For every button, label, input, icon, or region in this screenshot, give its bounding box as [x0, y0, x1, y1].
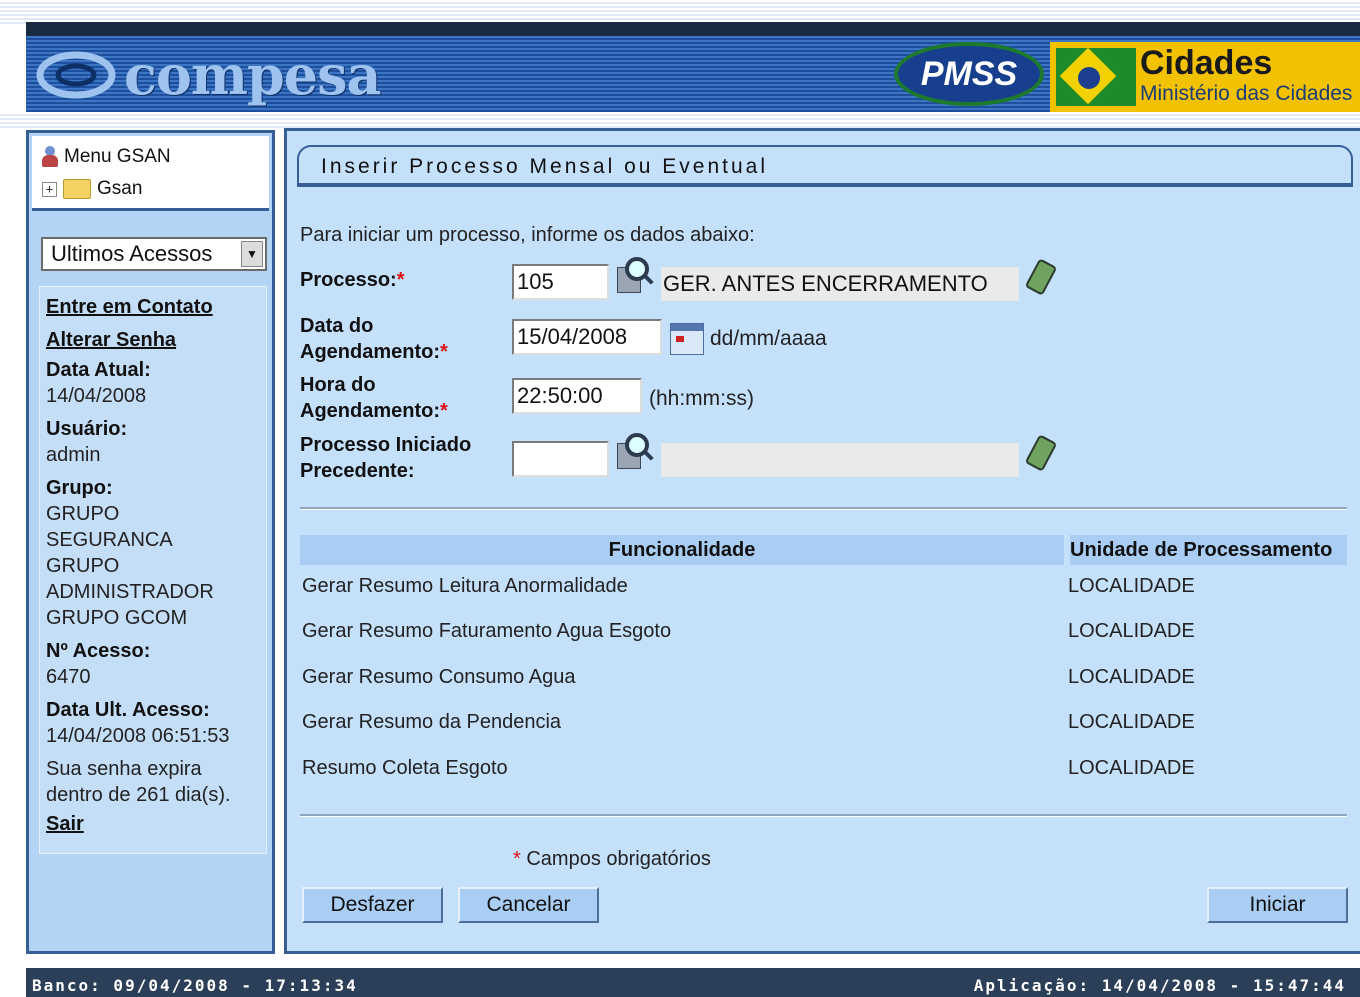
functionality-cell: Resumo Coleta Esgoto — [302, 757, 508, 779]
processing-unit-cell: LOCALIDADE — [1068, 711, 1195, 733]
top-decor-strip — [0, 0, 1360, 24]
change-password-link[interactable]: Alterar Senha — [46, 324, 266, 357]
table-row: Gerar Resumo Consumo Agua LOCALIDADE — [300, 666, 1347, 711]
compesa-logo: compesa — [36, 43, 382, 107]
cidades-title: Cidades — [1140, 44, 1273, 82]
process-input[interactable]: 105 — [512, 264, 609, 300]
current-date-label: Data Atual: — [46, 359, 151, 381]
schedule-time-label: Hora do Agendamento:* — [300, 374, 448, 422]
folder-icon — [63, 179, 91, 199]
cidades-logo: Cidades Ministério das Cidades — [1050, 42, 1360, 112]
main-panel: Inserir Processo Mensal ou Eventual Para… — [284, 128, 1360, 954]
app-header: compesa PMSS Cidades Ministério das Cida… — [26, 22, 1360, 112]
start-button[interactable]: Iniciar — [1207, 887, 1348, 923]
column-header-processing-unit: Unidade de Processamento — [1064, 535, 1347, 565]
process-clear-icon[interactable] — [1024, 257, 1058, 296]
table-row: Gerar Resumo Faturamento Agua Esgoto LOC… — [300, 620, 1347, 665]
functionality-cell: Gerar Resumo da Pendencia — [302, 711, 562, 733]
group-value: SEGURANCA — [46, 529, 173, 551]
menu-title: Menu GSAN — [64, 146, 171, 167]
tree-item-label: Gsan — [97, 178, 143, 199]
group-label: Grupo: — [46, 477, 113, 499]
logout-link[interactable]: Sair — [46, 808, 266, 841]
status-footer: Banco: 09/04/2008 - 17:13:34 Aplicação: … — [26, 968, 1360, 997]
last-access-value: 14/04/2008 06:51:53 — [46, 725, 230, 747]
processing-unit-cell: LOCALIDADE — [1068, 620, 1195, 642]
preceding-clear-icon[interactable] — [1024, 433, 1058, 472]
header-separator — [0, 112, 1360, 128]
menu-tree: Menu GSAN + Gsan — [32, 136, 269, 211]
user-label: Usuário: — [46, 418, 128, 440]
compesa-logo-text: compesa — [124, 43, 382, 107]
undo-button[interactable]: Desfazer — [302, 887, 443, 923]
tree-item-gsan[interactable]: + Gsan — [42, 178, 142, 200]
table-row: Resumo Coleta Esgoto LOCALIDADE — [300, 757, 1347, 802]
schedule-date-label: Data do Agendamento:* — [300, 315, 448, 363]
schedule-date-input[interactable]: 15/04/2008 — [512, 319, 662, 355]
preceding-search-icon[interactable] — [615, 433, 655, 471]
group-value: GRUPO — [46, 503, 120, 525]
column-header-functionality: Funcionalidade — [608, 539, 756, 561]
schedule-time-input[interactable]: 22:50:00 — [512, 378, 642, 414]
group-value: GRUPO GCOM — [46, 607, 188, 629]
user-value: admin — [46, 444, 101, 466]
last-access-label: Data Ult. Acesso: — [46, 699, 210, 721]
processing-unit-cell: LOCALIDADE — [1068, 575, 1195, 597]
user-icon — [42, 146, 58, 168]
menu-root[interactable]: Menu GSAN — [42, 146, 171, 168]
preceding-process-label: Processo Iniciado Precedente: — [300, 434, 472, 482]
brazil-flag-icon — [1056, 47, 1136, 106]
process-search-icon[interactable] — [615, 257, 655, 295]
functionality-cell: Gerar Resumo Faturamento Agua Esgoto — [302, 620, 672, 642]
form-title-bar: Inserir Processo Mensal ou Eventual — [297, 145, 1353, 187]
processing-unit-cell: LOCALIDADE — [1068, 757, 1195, 779]
password-expiry-line1: Sua senha expira — [46, 758, 202, 780]
database-timestamp: Banco: 09/04/2008 - 17:13:34 — [32, 976, 358, 995]
processing-unit-cell: LOCALIDADE — [1068, 666, 1195, 688]
access-number-label: Nº Acesso: — [46, 640, 151, 662]
form-title: Inserir Processo Mensal ou Eventual — [321, 155, 768, 178]
password-expiry-line2: dentro de 261 dia(s). — [46, 784, 231, 806]
calendar-icon[interactable] — [670, 323, 704, 355]
required-fields-note: * Campos obrigatórios — [513, 848, 711, 870]
application-timestamp: Aplicação: 14/04/2008 - 15:47:44 — [973, 976, 1346, 995]
table-header: Funcionalidade Unidade de Processamento — [300, 535, 1347, 565]
divider — [300, 814, 1347, 817]
table-row: Gerar Resumo da Pendencia LOCALIDADE — [300, 711, 1347, 756]
process-description: GER. ANTES ENCERRAMENTO — [661, 267, 1019, 301]
access-number-value: 6470 — [46, 666, 91, 688]
expand-icon[interactable]: + — [42, 181, 57, 197]
time-format-hint: (hh:mm:ss) — [649, 387, 754, 410]
functionality-cell: Gerar Resumo Leitura Anormalidade — [302, 575, 628, 597]
preceding-process-input[interactable] — [512, 441, 609, 477]
table-row: Gerar Resumo Leitura Anormalidade LOCALI… — [300, 575, 1347, 620]
sidebar: Menu GSAN + Gsan Ultimos Acessos ▼ Entre… — [26, 130, 275, 954]
current-date-value: 14/04/2008 — [46, 385, 147, 407]
process-label: Processo:* — [300, 269, 405, 291]
recent-access-select[interactable]: Ultimos Acessos ▼ — [41, 237, 267, 271]
functionality-cell: Gerar Resumo Consumo Agua — [302, 666, 576, 688]
compesa-swirl-icon — [36, 51, 116, 99]
chevron-down-icon[interactable]: ▼ — [241, 241, 263, 267]
cancel-button[interactable]: Cancelar — [458, 887, 599, 923]
group-value: ADMINISTRADOR — [46, 581, 214, 603]
user-info-panel: Entre em Contato Alterar Senha Data Atua… — [39, 286, 267, 854]
contact-link[interactable]: Entre em Contato — [46, 291, 266, 324]
divider — [300, 507, 1347, 510]
cidades-subtitle: Ministério das Cidades — [1140, 82, 1353, 105]
preceding-process-description — [661, 443, 1019, 477]
pmss-logo: PMSS — [894, 42, 1044, 106]
group-value: GRUPO — [46, 555, 120, 577]
recent-access-value: Ultimos Acessos — [51, 241, 213, 266]
date-format-hint: dd/mm/aaaa — [710, 327, 827, 350]
form-intro: Para iniciar um processo, informe os dad… — [300, 224, 755, 246]
